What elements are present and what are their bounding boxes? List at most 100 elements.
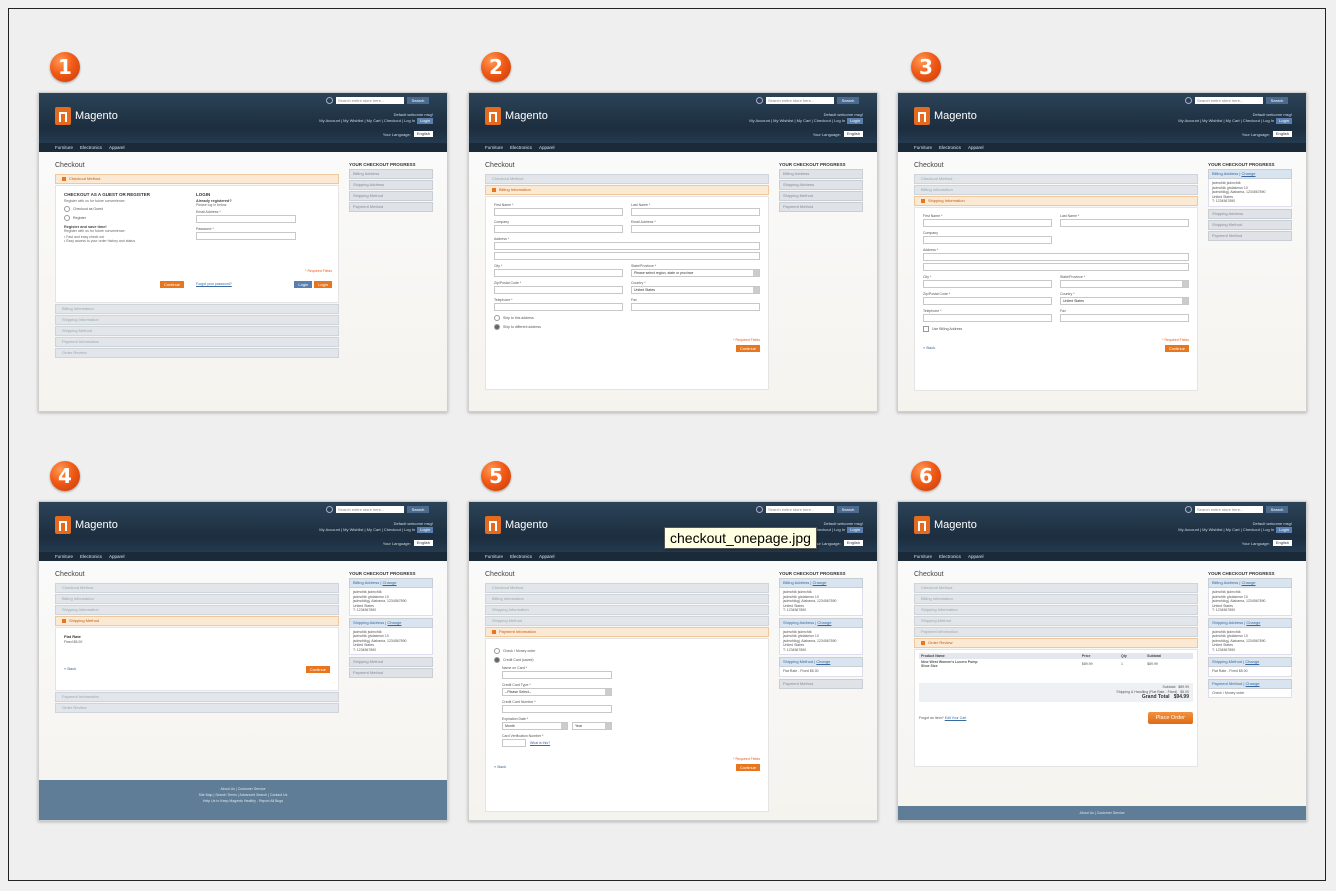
section-billing[interactable]: Billing Information: [914, 185, 1198, 195]
country-select[interactable]: United States: [631, 286, 760, 294]
back-link[interactable]: « Back: [64, 666, 76, 673]
email-field[interactable]: [631, 225, 760, 233]
name-on-card-field[interactable]: [502, 671, 612, 679]
section-checkout-method[interactable]: Checkout Method: [914, 174, 1198, 184]
search-button[interactable]: Search: [407, 97, 429, 104]
search-button[interactable]: Search: [837, 506, 859, 513]
nav-electronics[interactable]: Electronics: [939, 143, 961, 152]
login-pill[interactable]: Login: [847, 118, 863, 124]
radio-ship-same[interactable]: Ship to this address: [494, 315, 760, 321]
rate-option[interactable]: Fixed $5.00: [64, 640, 330, 644]
phone-field[interactable]: [923, 314, 1052, 322]
login-pill-2[interactable]: Login: [294, 281, 313, 288]
cvv-field[interactable]: [502, 739, 526, 747]
search-input[interactable]: Search entire store here...: [766, 97, 834, 104]
change-link[interactable]: Change: [1242, 171, 1256, 176]
edit-cart-link[interactable]: Edit Your Cart: [945, 716, 967, 720]
radio-guest[interactable]: Checkout as Guest: [64, 206, 169, 212]
section-billing[interactable]: Billing Information: [914, 594, 1198, 604]
city-field[interactable]: [923, 280, 1052, 288]
login-pill[interactable]: Login: [1276, 527, 1292, 533]
section-review[interactable]: Order Review: [55, 703, 339, 713]
use-billing-checkbox[interactable]: Use Billing Address: [923, 326, 1189, 332]
country-select[interactable]: United States: [1060, 297, 1189, 305]
magento-logo[interactable]: Magento: [914, 107, 977, 125]
language-select[interactable]: English: [843, 540, 863, 546]
section-payment[interactable]: Payment Information: [55, 337, 339, 347]
section-review[interactable]: Order Review: [914, 638, 1198, 648]
section-checkout-method[interactable]: Checkout Method: [485, 583, 769, 593]
section-billing[interactable]: Billing Information: [55, 304, 339, 314]
zip-field[interactable]: [494, 286, 623, 294]
forgot-password-link[interactable]: Forgot your password?: [196, 282, 232, 286]
back-link[interactable]: « Back: [923, 345, 935, 352]
section-checkout-method[interactable]: Checkout Method: [55, 174, 339, 184]
nav-apparel[interactable]: Apparel: [109, 143, 125, 152]
section-shipping[interactable]: Shipping Information: [55, 605, 339, 615]
address-field-2[interactable]: [494, 252, 760, 260]
city-field[interactable]: [494, 269, 623, 277]
cvv-help-link[interactable]: What is this?: [530, 741, 550, 745]
nav-apparel[interactable]: Apparel: [539, 143, 555, 152]
language-select[interactable]: English: [413, 131, 433, 137]
change-link[interactable]: Change: [816, 659, 830, 664]
last-name-field[interactable]: [1060, 219, 1189, 227]
top-links[interactable]: My Account | My Wishlist | My Cart | Che…: [1178, 118, 1274, 123]
login-pill[interactable]: Login: [847, 527, 863, 533]
place-order-button[interactable]: Place Order: [1147, 712, 1193, 724]
login-pill[interactable]: Login: [417, 527, 433, 533]
nav-apparel[interactable]: Apparel: [968, 552, 984, 561]
section-ship-method[interactable]: Shipping Method: [55, 326, 339, 336]
search-button[interactable]: Search: [1266, 97, 1288, 104]
nav-furniture[interactable]: Furniture: [914, 143, 932, 152]
section-shipping[interactable]: Shipping Information: [55, 315, 339, 325]
section-shipping[interactable]: Shipping Information: [914, 196, 1198, 206]
company-field[interactable]: [494, 225, 623, 233]
search-input[interactable]: Search entire store here...: [766, 506, 834, 513]
login-button[interactable]: Login: [314, 281, 332, 288]
nav-furniture[interactable]: Furniture: [914, 552, 932, 561]
section-ship-method[interactable]: Shipping Method: [55, 616, 339, 626]
top-links[interactable]: My Account | My Wishlist | My Cart | Che…: [1178, 527, 1274, 532]
section-ship-method[interactable]: Shipping Method: [485, 616, 769, 626]
fax-field[interactable]: [1060, 314, 1189, 322]
continue-button[interactable]: Continue: [160, 281, 185, 288]
exp-year-select[interactable]: Year: [572, 722, 612, 730]
magento-logo[interactable]: Magento: [914, 516, 977, 534]
first-name-field[interactable]: [494, 208, 623, 216]
last-name-field[interactable]: [631, 208, 760, 216]
section-shipping[interactable]: Shipping Information: [914, 605, 1198, 615]
continue-button[interactable]: Continue: [305, 666, 330, 673]
search-input[interactable]: Search entire store here...: [1195, 506, 1263, 513]
search-input[interactable]: Search entire store here...: [336, 97, 404, 104]
nav-furniture[interactable]: Furniture: [55, 143, 73, 152]
section-checkout-method[interactable]: Checkout Method: [914, 583, 1198, 593]
nav-furniture[interactable]: Furniture: [485, 143, 503, 152]
exp-month-select[interactable]: Month: [502, 722, 568, 730]
nav-electronics[interactable]: Electronics: [80, 552, 102, 561]
nav-apparel[interactable]: Apparel: [968, 143, 984, 152]
section-ship-method[interactable]: Shipping Method: [914, 616, 1198, 626]
cc-type-select[interactable]: --Please Select--: [502, 688, 612, 696]
search-button[interactable]: Search: [407, 506, 429, 513]
change-link[interactable]: Change: [817, 620, 831, 625]
nav-electronics[interactable]: Electronics: [939, 552, 961, 561]
address-field-2[interactable]: [923, 263, 1189, 271]
radio-check[interactable]: Check / Money order: [494, 648, 760, 654]
nav-electronics[interactable]: Electronics: [510, 552, 532, 561]
section-shipping[interactable]: Shipping Information: [485, 605, 769, 615]
login-pill[interactable]: Login: [1276, 118, 1292, 124]
section-checkout-method[interactable]: Checkout Method: [55, 583, 339, 593]
back-link[interactable]: « Back: [494, 764, 506, 771]
change-link[interactable]: Change: [1242, 580, 1256, 585]
nav-furniture[interactable]: Furniture: [55, 552, 73, 561]
change-link[interactable]: Change: [813, 580, 827, 585]
section-billing[interactable]: Billing Information: [485, 594, 769, 604]
cc-number-field[interactable]: [502, 705, 612, 713]
search-button[interactable]: Search: [837, 97, 859, 104]
section-billing[interactable]: Billing Information: [55, 594, 339, 604]
company-field[interactable]: [923, 236, 1052, 244]
magento-logo[interactable]: Magento: [55, 107, 118, 125]
state-select[interactable]: Please select region, state or province: [631, 269, 760, 277]
continue-button[interactable]: Continue: [1164, 345, 1189, 352]
